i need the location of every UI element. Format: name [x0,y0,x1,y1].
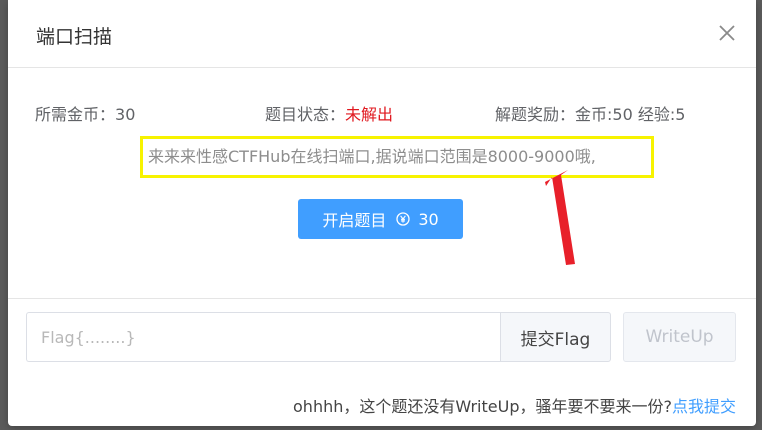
dialog-header: 端口扫描 [8,0,756,68]
close-icon[interactable] [718,24,736,42]
status-info: 题目状态：未解出 [265,101,393,125]
coins-info: 所需金币：30 [35,101,135,125]
reward-info: 解题奖励：金币:50 经验:5 [495,105,686,124]
dialog-title: 端口扫描 [36,26,113,48]
status-value: 未解出 [345,105,394,124]
start-challenge-button[interactable]: 开启题目 30 [298,199,463,239]
flag-input[interactable] [26,312,502,362]
start-button-cost: 30 [418,209,439,229]
challenge-dialog: 端口扫描 所需金币：30 题目状态：未解出 解题奖励：金币:50 经验:5 来来… [8,0,756,426]
divider [8,298,756,299]
challenge-description: 来来来性感CTFHub在线扫端口,据说端口范围是8000-9000哦, [140,136,654,178]
footer-text: ohhhh，这个题还没有WriteUp，骚年要不要来一份? [293,397,672,416]
writeup-prompt: ohhhh，这个题还没有WriteUp，骚年要不要来一份?点我提交 [293,393,736,417]
status-label: 题目状态： [265,105,346,124]
submit-flag-button[interactable]: 提交Flag [500,312,611,362]
coins-value: 30 [115,105,136,124]
yen-coin-icon [396,212,410,226]
writeup-button[interactable]: WriteUp [623,312,736,362]
start-button-label: 开启题目 [322,211,387,230]
coins-label: 所需金币： [35,105,116,124]
submit-writeup-link[interactable]: 点我提交 [672,397,736,416]
